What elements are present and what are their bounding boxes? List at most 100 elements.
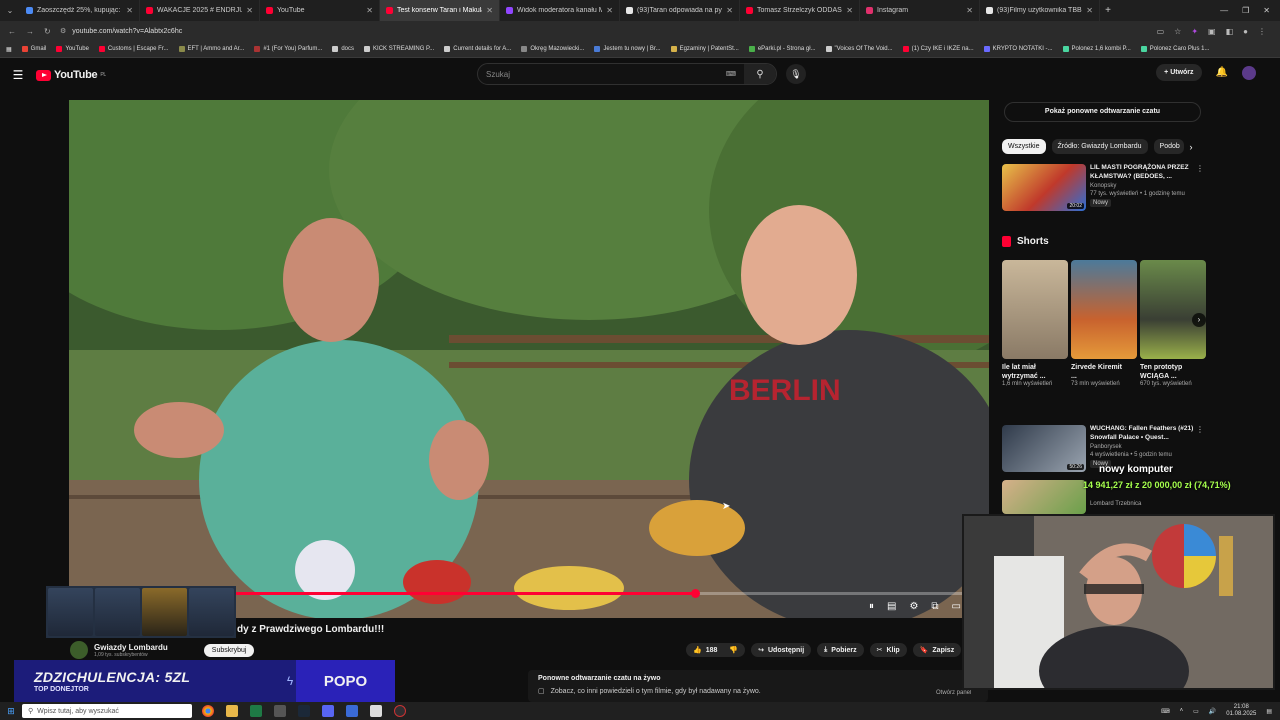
short-item-2[interactable]: Zirvede Kiremit ... 73 mln wyświetleń	[1071, 260, 1137, 389]
recommended-video-1[interactable]: 20:02 LIL MASTI POGRĄŻONA PRZEZ KŁAMSTWA…	[1002, 164, 1204, 211]
chip-all[interactable]: Wszystkie	[1002, 139, 1046, 154]
bookmark-item[interactable]: KRYPTO NOTATKI -...	[983, 46, 1053, 52]
bookmark-item[interactable]: "Voices Of The Void...	[825, 46, 893, 52]
chrome-icon[interactable]	[202, 705, 214, 717]
show-chat-replay-button[interactable]: Pokaż ponowne odtwarzanie czatu	[1004, 102, 1201, 122]
tab-close-icon[interactable]: ✕	[366, 6, 373, 15]
autoplay-toggle-icon[interactable]: ⏸	[869, 601, 874, 612]
forward-icon[interactable]: →	[26, 27, 34, 36]
more-vert-icon[interactable]: ⋮	[1196, 425, 1204, 434]
bookmark-item[interactable]: Polonez 1,6 kombi P...	[1062, 46, 1131, 52]
short-item-1[interactable]: Ile lat miał wytrzymać ... 1,6 mln wyświ…	[1002, 260, 1068, 389]
video-channel[interactable]: Panborysek	[1090, 443, 1202, 451]
browser-tab[interactable]: YouTube ✕	[260, 0, 380, 21]
browser-menu-icon[interactable]: ⋮	[1258, 27, 1266, 36]
short-title[interactable]: Zirvede Kiremit ...	[1071, 363, 1137, 381]
notifications-icon[interactable]: ▤	[1266, 708, 1272, 715]
open-panel-button[interactable]: Otwórz panel	[936, 690, 971, 696]
browser-tab[interactable]: (93)Filmy użytkownika TBBUPC ✕	[980, 0, 1100, 21]
browser-tab[interactable]: Widok moderatora kanału Mar ✕	[500, 0, 620, 21]
bookmark-star-icon[interactable]: ☆	[1174, 27, 1181, 36]
reload-icon[interactable]: ↻	[44, 27, 51, 36]
account-avatar[interactable]	[1242, 65, 1256, 80]
profile-icon[interactable]: ●	[1243, 27, 1248, 36]
bookmark-item[interactable]: Current details for A...	[444, 46, 511, 52]
menu-hamburger-icon[interactable]: ☰	[0, 68, 36, 82]
new-tab-button[interactable]: +	[1100, 5, 1116, 16]
short-title[interactable]: Ten prototyp WCIĄGA ...	[1140, 363, 1206, 381]
notifications-bell-icon[interactable]: 🔔	[1216, 67, 1228, 78]
short-thumbnail[interactable]	[1071, 260, 1137, 359]
search-input[interactable]: Szukaj	[486, 70, 510, 79]
tab-close-icon[interactable]: ✕	[726, 6, 733, 15]
short-thumbnail[interactable]	[1002, 260, 1068, 359]
video-channel[interactable]: Konopsky	[1090, 182, 1202, 190]
obs-icon[interactable]	[394, 705, 406, 717]
extension-icon[interactable]: ✦	[1191, 27, 1198, 36]
bookmark-item[interactable]: Egzaminy | PatentSt...	[670, 46, 739, 52]
bookmark-item[interactable]: Gmail	[21, 46, 46, 52]
minimize-icon[interactable]: —	[1220, 6, 1228, 15]
like-button[interactable]: 👍 188 👎	[686, 643, 746, 657]
search-button[interactable]: ⚲	[744, 64, 776, 84]
keyboard-layout-icon[interactable]: ⌨	[1161, 708, 1170, 715]
tab-search-icon[interactable]: ⌄	[0, 0, 20, 21]
keyboard-icon[interactable]: ⌨	[726, 70, 736, 78]
tab-close-icon[interactable]: ✕	[846, 6, 853, 15]
bookmark-item[interactable]: (1) Czy IKE i IKZE na...	[902, 46, 974, 52]
shorts-next-chevron-icon[interactable]: ›	[1192, 313, 1206, 327]
app-icon-3[interactable]	[370, 705, 382, 717]
bookmark-item[interactable]: Okręg Mazowiecki...	[521, 46, 584, 52]
site-info-icon[interactable]: ⚙	[60, 27, 66, 35]
excel-icon[interactable]	[250, 705, 262, 717]
windows-start-icon[interactable]: ⊞	[0, 706, 22, 717]
maximize-icon[interactable]: ❐	[1242, 6, 1249, 15]
subtitles-icon[interactable]: ▤	[887, 601, 896, 612]
tab-close-icon[interactable]: ✕	[486, 6, 493, 15]
save-button[interactable]: 🔖 Zapisz	[912, 643, 962, 657]
miniplayer-icon[interactable]: ⧉	[931, 601, 938, 612]
progress-scrubber-handle[interactable]	[691, 589, 700, 598]
bookmark-item[interactable]: Jestem tu nowy | Br...	[594, 46, 661, 52]
video-channel[interactable]: Lombard Trzebnica	[1090, 500, 1141, 508]
channel-name[interactable]: Gwiazdy Lombardu	[94, 643, 168, 652]
tab-close-icon[interactable]: ✕	[606, 6, 613, 15]
bookmark-item[interactable]: docs	[332, 46, 354, 52]
tab-close-icon[interactable]: ✕	[966, 6, 973, 15]
tab-close-icon[interactable]: ✕	[246, 6, 253, 15]
video-title[interactable]: LIL MASTI POGRĄŻONA PRZEZ KŁAMSTWA? (BED…	[1090, 164, 1202, 182]
clock[interactable]: 21:08 01.08.2025	[1226, 704, 1256, 717]
short-title[interactable]: Ile lat miał wytrzymać ...	[1002, 363, 1068, 381]
chip-source-channel[interactable]: Źródło: Gwiazdy Lombardu	[1051, 139, 1148, 154]
subscribe-button[interactable]: Subskrybuj	[203, 643, 255, 657]
chip-similar[interactable]: Podob	[1153, 139, 1184, 154]
bookmark-item[interactable]: #1 (For You) Parfum...	[254, 46, 322, 52]
browser-tab[interactable]: Test konserw Taran i Makulach ✕	[380, 0, 500, 21]
back-icon[interactable]: ←	[8, 27, 16, 36]
more-vert-icon[interactable]: ⋮	[1196, 164, 1204, 173]
network-icon[interactable]: ▭	[1193, 708, 1199, 715]
search-box[interactable]: Szukaj ⌨ ⚲	[477, 63, 777, 85]
theater-mode-icon[interactable]: ▭	[952, 601, 961, 612]
tab-close-icon[interactable]: ✕	[1086, 6, 1093, 15]
video-thumbnail[interactable]: 20:02	[1002, 164, 1086, 211]
volume-icon[interactable]: 🔊	[1209, 708, 1216, 715]
app-icon[interactable]	[274, 705, 286, 717]
clip-button[interactable]: ✂ Klip	[869, 643, 907, 657]
bookmark-item[interactable]: EFT | Ammo and Ar...	[178, 46, 244, 52]
discord-icon[interactable]	[322, 705, 334, 717]
browser-tab[interactable]: Zaoszczędź 25%, kupując: Bus I ✕	[20, 0, 140, 21]
extensions-puzzle-icon[interactable]: ▣	[1208, 27, 1216, 36]
bookmark-item[interactable]: Polonez Caro Plus 1...	[1140, 46, 1210, 52]
video-thumbnail[interactable]	[1002, 480, 1086, 514]
bookmark-item[interactable]: Customs | Escape Fr...	[98, 46, 169, 52]
share-button[interactable]: ↪ Udostępnij	[751, 643, 812, 657]
short-thumbnail[interactable]	[1140, 260, 1206, 359]
browser-tab[interactable]: Tomasz Strzelczyk ODDASZFAR ✕	[740, 0, 860, 21]
dislike-icon[interactable]: 👎	[729, 646, 738, 654]
url-field[interactable]: youtube.com/watch?v=Alabtx2c6hc	[72, 28, 1156, 35]
video-player[interactable]: BERLIN ➤ ⏸ ▤ ⚙ ⧉ ▭	[69, 100, 989, 618]
app-icon-2[interactable]	[346, 705, 358, 717]
download-button[interactable]: ⤓ Pobierz	[817, 643, 864, 657]
tab-close-icon[interactable]: ✕	[126, 6, 133, 15]
